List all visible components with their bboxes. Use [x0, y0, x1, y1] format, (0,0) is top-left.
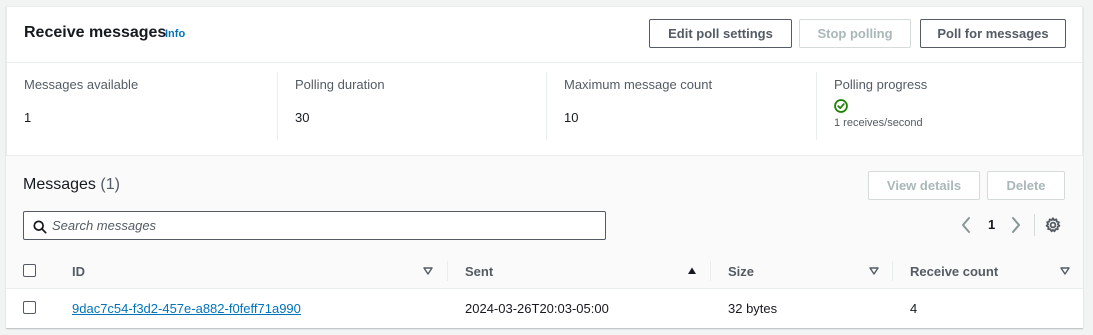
delete-button[interactable]: Delete: [987, 171, 1065, 200]
stat-label: Maximum message count: [564, 77, 713, 92]
search-box: [23, 211, 606, 240]
stat-messages-available: Messages available 1: [24, 72, 274, 140]
column-header-size[interactable]: Size: [728, 253, 754, 289]
stat-value: 30: [295, 110, 310, 125]
pagination-divider: [1034, 214, 1035, 236]
search-icon: [33, 220, 47, 234]
column-header-id[interactable]: ID: [72, 253, 85, 289]
sort-icon[interactable]: [869, 266, 879, 276]
page-number[interactable]: 1: [988, 217, 995, 232]
row-checkbox[interactable]: [23, 301, 36, 314]
column-divider: [447, 261, 448, 281]
table-header: ID Sent Size Receive count: [6, 253, 1083, 289]
stat-polling-progress: Polling progress 1 receives/second: [816, 72, 1066, 140]
info-link[interactable]: Info: [165, 28, 185, 40]
progress-rate: 1 receives/second: [834, 117, 923, 129]
stat-polling-duration: Polling duration 30: [277, 72, 545, 140]
chevron-right-icon[interactable]: [1010, 216, 1022, 234]
view-details-button[interactable]: View details: [868, 171, 980, 200]
stat-value: 10: [564, 110, 579, 125]
column-divider: [710, 261, 711, 281]
search-input[interactable]: [52, 214, 592, 237]
sort-ascending-icon[interactable]: [687, 266, 697, 276]
stop-polling-button[interactable]: Stop polling: [799, 19, 911, 48]
select-all-checkbox[interactable]: [23, 264, 36, 277]
panel-title: Receive messages: [24, 24, 167, 41]
gear-icon[interactable]: [1045, 217, 1061, 233]
message-sent: 2024-03-26T20:03-05:00: [465, 300, 609, 316]
message-size: 32 bytes: [728, 300, 778, 316]
poll-for-messages-button[interactable]: Poll for messages: [920, 19, 1066, 48]
messages-table-container: Messages (1) View details Delete 1 ID Se…: [6, 156, 1083, 328]
check-circle-icon: [834, 99, 848, 113]
stat-max-message-count: Maximum message count 10: [546, 72, 816, 140]
receive-messages-panel: Receive messages Info Edit poll settings…: [6, 6, 1083, 156]
column-header-receive-count[interactable]: Receive count: [910, 253, 998, 289]
chevron-left-icon[interactable]: [960, 216, 972, 234]
messages-title-text: Messages: [23, 176, 96, 193]
column-header-sent[interactable]: Sent: [465, 253, 493, 289]
messages-count: (1): [100, 176, 120, 193]
polling-stats: Messages available 1 Polling duration 30…: [7, 64, 1082, 156]
stat-label: Polling duration: [295, 77, 385, 92]
panel-header: Receive messages Info Edit poll settings…: [7, 7, 1082, 63]
message-id-link[interactable]: 9dac7c54-f3d2-457e-a882-f0feff71a990: [72, 290, 301, 326]
table-row[interactable]: 9dac7c54-f3d2-457e-a882-f0feff71a990 202…: [6, 290, 1083, 326]
messages-title: Messages (1): [23, 176, 120, 194]
sort-icon[interactable]: [423, 266, 433, 276]
edit-poll-settings-button[interactable]: Edit poll settings: [649, 19, 792, 48]
sort-icon[interactable]: [1060, 266, 1070, 276]
stat-value: 1: [24, 110, 32, 125]
stat-label: Polling progress: [834, 77, 928, 92]
message-receive-count: 4: [910, 300, 918, 316]
stat-label: Messages available: [24, 77, 139, 92]
column-divider: [892, 261, 893, 281]
